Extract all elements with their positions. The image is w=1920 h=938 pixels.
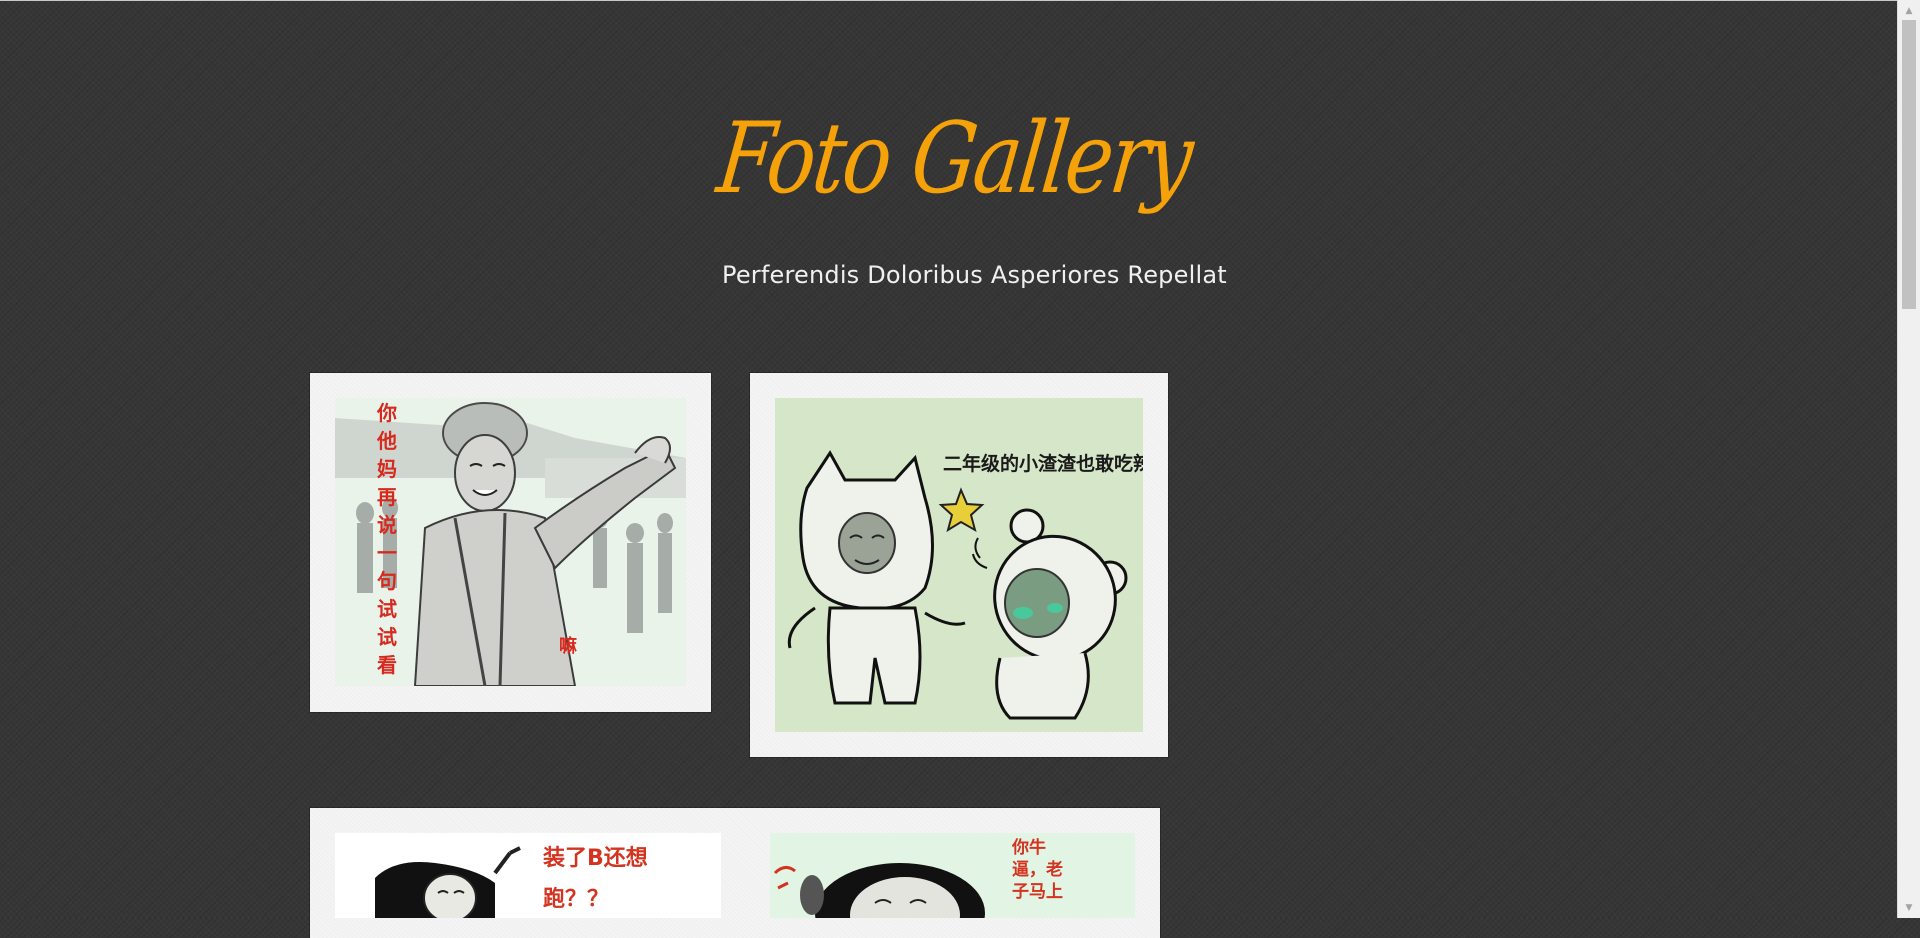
svg-text:装了B还想: 装了B还想: [543, 846, 648, 871]
svg-text:你: 你: [376, 401, 397, 425]
svg-text:跑？？: 跑？？: [543, 887, 609, 912]
meme-photo-sketch-man: 你 他 妈 再 说 一 句 试 试 看 嘛: [335, 398, 686, 686]
scrollbar-thumb[interactable]: [1902, 20, 1916, 309]
svg-text:再: 再: [377, 485, 397, 509]
meme-photo-cat-and-bear: 二年级的小渣渣也敢吃辣条: [775, 398, 1143, 732]
svg-text:二年级的小渣渣也敢吃辣条: 二年级的小渣渣也敢吃辣条: [943, 452, 1143, 475]
scroll-down-arrow-icon[interactable]: ▼: [1898, 899, 1920, 916]
scroll-up-arrow-icon[interactable]: ▲: [1898, 2, 1920, 19]
svg-text:说: 说: [377, 513, 397, 537]
svg-text:逼，老: 逼，老: [1012, 859, 1063, 880]
svg-text:试: 试: [377, 597, 397, 621]
gallery-photo-1[interactable]: 你 他 妈 再 说 一 句 试 试 看 嘛: [335, 398, 686, 686]
gallery-photo-4[interactable]: 你牛 逼，老 子马上: [770, 833, 1135, 918]
svg-text:嘛: 嘛: [559, 635, 577, 657]
svg-text:他: 他: [376, 429, 397, 453]
meme-photo-panda-boss: 你牛 逼，老 子马上: [770, 833, 1135, 918]
svg-text:看: 看: [377, 653, 397, 677]
svg-text:一: 一: [377, 541, 397, 565]
gallery-photo-2[interactable]: 二年级的小渣渣也敢吃辣条: [775, 398, 1143, 732]
gallery-photo-card-2[interactable]: 二年级的小渣渣也敢吃辣条: [750, 373, 1168, 757]
svg-text:句: 句: [377, 569, 397, 593]
gallery-photo-3[interactable]: 装了B还想 跑？？: [335, 833, 721, 918]
gallery-photo-card-1[interactable]: 你 他 妈 再 说 一 句 试 试 看 嘛: [310, 373, 711, 712]
meme-photo-panda-slingshot: 装了B还想 跑？？: [335, 833, 721, 918]
vertical-scrollbar[interactable]: ▲ ▼: [1897, 0, 1920, 918]
svg-text:妈: 妈: [377, 457, 397, 481]
svg-text:子马上: 子马上: [1012, 882, 1063, 902]
gallery-photo-card-3[interactable]: 装了B还想 跑？？ 你牛 逼，老 子马上: [310, 808, 1160, 938]
site-tagline: Perferendis Doloribus Asperiores Repella…: [722, 261, 1227, 289]
svg-text:试: 试: [377, 625, 397, 649]
site-header: Foto Gallery Perferendis Doloribus Asper…: [0, 102, 1898, 289]
site-title: Foto Gallery: [711, 102, 1197, 216]
gallery-page: Foto Gallery Perferendis Doloribus Asper…: [0, 0, 1898, 938]
svg-text:你牛: 你牛: [1011, 837, 1046, 858]
